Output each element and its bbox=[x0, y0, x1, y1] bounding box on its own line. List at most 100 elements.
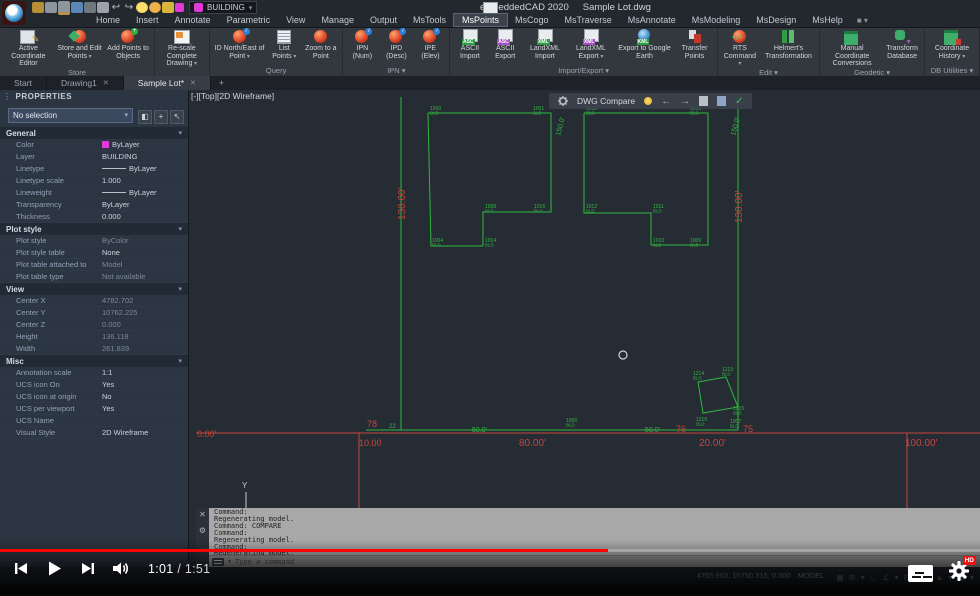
property-row-ucs-name[interactable]: UCS Name bbox=[0, 415, 188, 427]
property-row-center-x[interactable]: Center X4782.702 bbox=[0, 295, 188, 307]
compare-doc-icon[interactable] bbox=[699, 96, 708, 106]
accept-check-icon[interactable]: ✓ bbox=[735, 96, 743, 107]
tab-drawing1[interactable]: Drawing1✕ bbox=[47, 76, 124, 90]
drawing-viewport[interactable]: [-][Top][2D Wireframe] DWG Compare ← → bbox=[189, 90, 980, 567]
ascii-import-button[interactable]: ASCII Import bbox=[452, 28, 487, 60]
property-row-visual-style[interactable]: Visual Style2D Wireframe bbox=[0, 427, 188, 439]
menu-msmodeling[interactable]: MsModeling bbox=[684, 14, 749, 26]
video-progress-bar[interactable] bbox=[0, 549, 980, 552]
building-right-outline[interactable] bbox=[584, 113, 708, 245]
subtitles-button[interactable] bbox=[908, 565, 933, 582]
building-left-outline[interactable] bbox=[428, 113, 551, 246]
rts-command-button[interactable]: RTS Command ▾ bbox=[720, 28, 760, 68]
open-file-icon[interactable] bbox=[58, 1, 70, 15]
volume-button[interactable] bbox=[112, 560, 131, 577]
property-row-ucs-icon-at-origin[interactable]: UCS icon at originNo bbox=[0, 391, 188, 403]
menu-view[interactable]: View bbox=[278, 14, 313, 26]
next-button[interactable] bbox=[80, 561, 95, 576]
viewport-controls-label[interactable]: [-][Top][2D Wireframe] bbox=[191, 91, 274, 101]
section-header-plot-style[interactable]: Plot style▾ bbox=[0, 223, 188, 235]
drawing-canvas[interactable]: 130.00'130.00'150.0'150.0'0.00'7810.0022… bbox=[189, 90, 980, 567]
close-icon[interactable]: ✕ bbox=[103, 79, 109, 87]
redo-icon[interactable]: ↪ bbox=[123, 2, 135, 13]
menu-parametric[interactable]: Parametric bbox=[219, 14, 279, 26]
close-icon[interactable]: ✕ bbox=[199, 511, 206, 519]
ipd-desc-button[interactable]: IPD (Desc) bbox=[379, 28, 413, 60]
lock-icon[interactable] bbox=[162, 2, 174, 13]
menu-msannotate[interactable]: MsAnnotate bbox=[620, 14, 684, 26]
new-tab-button[interactable]: + bbox=[211, 76, 232, 90]
quick-select-icon[interactable]: + bbox=[154, 110, 168, 124]
bulb-on-icon[interactable] bbox=[136, 2, 148, 13]
property-row-color[interactable]: ColorByLayer bbox=[0, 139, 188, 151]
ribbon-group-label[interactable]: DB Utilities ▾ bbox=[927, 66, 977, 76]
active-coordinate-editor-button[interactable]: Active Coordinate Editor bbox=[2, 28, 55, 68]
property-row-lineweight[interactable]: LineweightByLayer bbox=[0, 187, 188, 199]
ribbon-group-label[interactable]: Import/Export ▾ bbox=[452, 66, 714, 76]
play-button[interactable] bbox=[46, 560, 63, 577]
property-row-ucs-per-viewport[interactable]: UCS per viewportYes bbox=[0, 403, 188, 415]
property-row-ucs-icon-on[interactable]: UCS icon OnYes bbox=[0, 379, 188, 391]
menu-msdesign[interactable]: MsDesign bbox=[748, 14, 804, 26]
menu-annotate[interactable]: Annotate bbox=[167, 14, 219, 26]
panel-grip-icon[interactable]: ⋮ bbox=[3, 92, 12, 101]
pick-objects-icon[interactable]: ↖ bbox=[170, 110, 184, 124]
section-header-misc[interactable]: Misc▾ bbox=[0, 355, 188, 367]
tab-start[interactable]: Start bbox=[0, 76, 47, 90]
zoom-to-a-point-button[interactable]: Zoom to a Point bbox=[301, 28, 340, 60]
property-row-plot-style-table[interactable]: Plot style tableNone bbox=[0, 247, 188, 259]
gear-icon[interactable] bbox=[558, 96, 568, 106]
plot-icon[interactable] bbox=[84, 2, 96, 13]
re-scale-complete-drawing-button[interactable]: Re-scale Complete Drawing ▾ bbox=[157, 28, 207, 68]
menu-mspoints[interactable]: MsPoints bbox=[454, 14, 507, 26]
compare-settings-icon[interactable] bbox=[717, 96, 726, 106]
section-header-view[interactable]: View▾ bbox=[0, 283, 188, 295]
app-logo-icon[interactable] bbox=[2, 1, 26, 25]
transfer-points-button[interactable]: Transfer Points bbox=[674, 28, 715, 60]
property-row-plot-table-attached-to[interactable]: Plot table attached toModel bbox=[0, 259, 188, 271]
new-file-icon[interactable] bbox=[45, 2, 57, 13]
save-icon[interactable] bbox=[71, 2, 83, 13]
property-row-height[interactable]: Height136.118 bbox=[0, 331, 188, 343]
menu-mstraverse[interactable]: MsTraverse bbox=[557, 14, 620, 26]
close-icon[interactable]: ✕ bbox=[190, 79, 196, 87]
store-and-edit-points-button[interactable]: Store and Edit Points ▾ bbox=[55, 28, 105, 60]
shed-outline[interactable] bbox=[698, 377, 738, 413]
property-row-center-z[interactable]: Center Z0.000 bbox=[0, 319, 188, 331]
ribbon-group-label[interactable]: IPN ▾ bbox=[345, 66, 447, 76]
property-row-plot-table-type[interactable]: Plot table typeNot available bbox=[0, 271, 188, 283]
manual-coordinate-conversions-button[interactable]: Manual Coordinate Conversions bbox=[822, 28, 882, 68]
menu-overflow-icon[interactable]: ■ ▾ bbox=[857, 16, 868, 25]
menu-output[interactable]: Output bbox=[362, 14, 405, 26]
menu-insert[interactable]: Insert bbox=[128, 14, 167, 26]
settings-button[interactable]: HD bbox=[948, 560, 970, 587]
landxml-import-button[interactable]: LandXML Import bbox=[523, 28, 567, 60]
bulb-off-icon[interactable] bbox=[149, 2, 161, 13]
property-row-annotation-scale[interactable]: Annotation scale1:1 bbox=[0, 367, 188, 379]
pan-hand-icon[interactable] bbox=[32, 2, 44, 13]
bulb-icon[interactable] bbox=[644, 97, 652, 105]
property-row-center-y[interactable]: Center Y10762.225 bbox=[0, 307, 188, 319]
next-change-icon[interactable]: → bbox=[680, 96, 690, 107]
property-row-linetype-scale[interactable]: Linetype scale1.000 bbox=[0, 175, 188, 187]
property-row-plot-style[interactable]: Plot styleByColor bbox=[0, 235, 188, 247]
layer-color-swatch[interactable] bbox=[175, 3, 184, 12]
property-row-layer[interactable]: LayerBUILDING bbox=[0, 151, 188, 163]
ascii-export-button[interactable]: ASCII Export bbox=[488, 28, 523, 60]
helmert-s-transformation-button[interactable]: Helmert's Transformation bbox=[760, 28, 817, 60]
menu-mstools[interactable]: MsTools bbox=[405, 14, 454, 26]
print-icon[interactable] bbox=[97, 2, 109, 13]
list-points-button[interactable]: List Points ▾ bbox=[267, 28, 301, 60]
toggle-value-icon[interactable]: ◧ bbox=[138, 110, 152, 124]
undo-icon[interactable]: ↩ bbox=[110, 2, 122, 13]
landxml-export-button[interactable]: LandXML Export ▾ bbox=[567, 28, 615, 60]
tab-sample-lot[interactable]: Sample Lot*✕ bbox=[124, 76, 211, 90]
id-north-east-of-point-button[interactable]: ID North/East of Point ▾ bbox=[212, 28, 267, 60]
wrench-icon[interactable]: ⚙ bbox=[199, 527, 206, 535]
menu-home[interactable]: Home bbox=[88, 14, 128, 26]
export-to-google-earth-button[interactable]: Export to Google Earth bbox=[615, 28, 674, 60]
property-row-linetype[interactable]: LinetypeByLayer bbox=[0, 163, 188, 175]
previous-button[interactable] bbox=[14, 561, 29, 576]
property-row-width[interactable]: Width261.839 bbox=[0, 343, 188, 355]
selection-dropdown[interactable]: No selection ▾ bbox=[8, 108, 133, 123]
